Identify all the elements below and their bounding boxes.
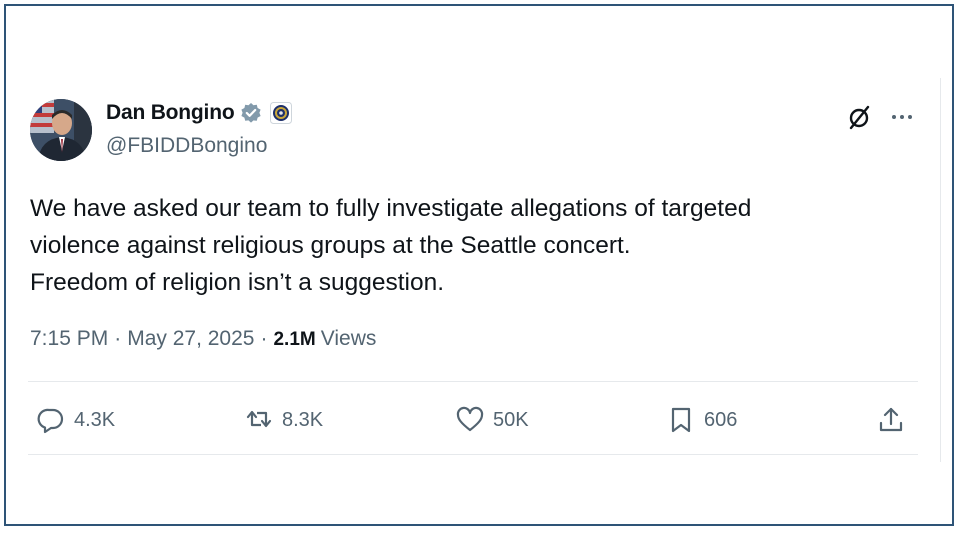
repost-count: 8.3K <box>282 408 324 431</box>
like-icon <box>456 406 484 432</box>
author-handle[interactable]: @FBIDDBongino <box>106 134 267 158</box>
views-count[interactable]: 2.1M <box>273 329 315 351</box>
column-border <box>940 78 941 462</box>
divider <box>28 454 918 455</box>
tweet-date[interactable]: May 27, 2025 <box>127 327 254 351</box>
author-name[interactable]: Dan Bongino <box>106 101 235 125</box>
grok-button[interactable] <box>845 102 875 132</box>
repost-icon <box>246 410 272 428</box>
more-icon <box>892 115 912 119</box>
meta-separator: · <box>114 327 122 350</box>
tweet-meta: 7:15 PM · May 27, 2025 · 2.1M Views <box>30 327 376 351</box>
verified-badge-icon[interactable] <box>240 102 262 124</box>
grok-icon <box>849 105 870 130</box>
avatar[interactable] <box>30 99 92 161</box>
tweet-time[interactable]: 7:15 PM <box>30 327 108 351</box>
reply-button[interactable]: 4.3K <box>36 398 115 442</box>
share-button[interactable] <box>876 398 906 442</box>
like-count: 50K <box>493 408 529 431</box>
repost-button[interactable]: 8.3K <box>244 398 323 442</box>
avatar-photo <box>30 99 92 161</box>
author-name-row: Dan Bongino <box>106 101 293 125</box>
fbi-seal-icon[interactable] <box>270 102 293 124</box>
more-options-button[interactable] <box>885 102 919 132</box>
tweet-line: violence against religious groups at the… <box>30 232 631 259</box>
like-button[interactable]: 50K <box>455 398 529 442</box>
reply-icon <box>37 408 64 434</box>
views-label: Views <box>320 327 377 350</box>
tweet-text: We have asked our team to fully investig… <box>30 190 910 301</box>
meta-separator: · <box>260 327 268 350</box>
reply-count: 4.3K <box>74 408 116 431</box>
share-icon <box>879 407 903 432</box>
bookmark-icon <box>671 407 691 433</box>
divider <box>28 381 918 382</box>
tweet-line: Freedom of religion isn’t a suggestion. <box>30 269 444 296</box>
action-bar: 4.3K 8.3K 50K 606 <box>30 398 920 442</box>
bookmark-count: 606 <box>704 408 738 431</box>
tweet-line: We have asked our team to fully investig… <box>30 195 752 222</box>
bookmark-button[interactable]: 606 <box>666 398 737 442</box>
